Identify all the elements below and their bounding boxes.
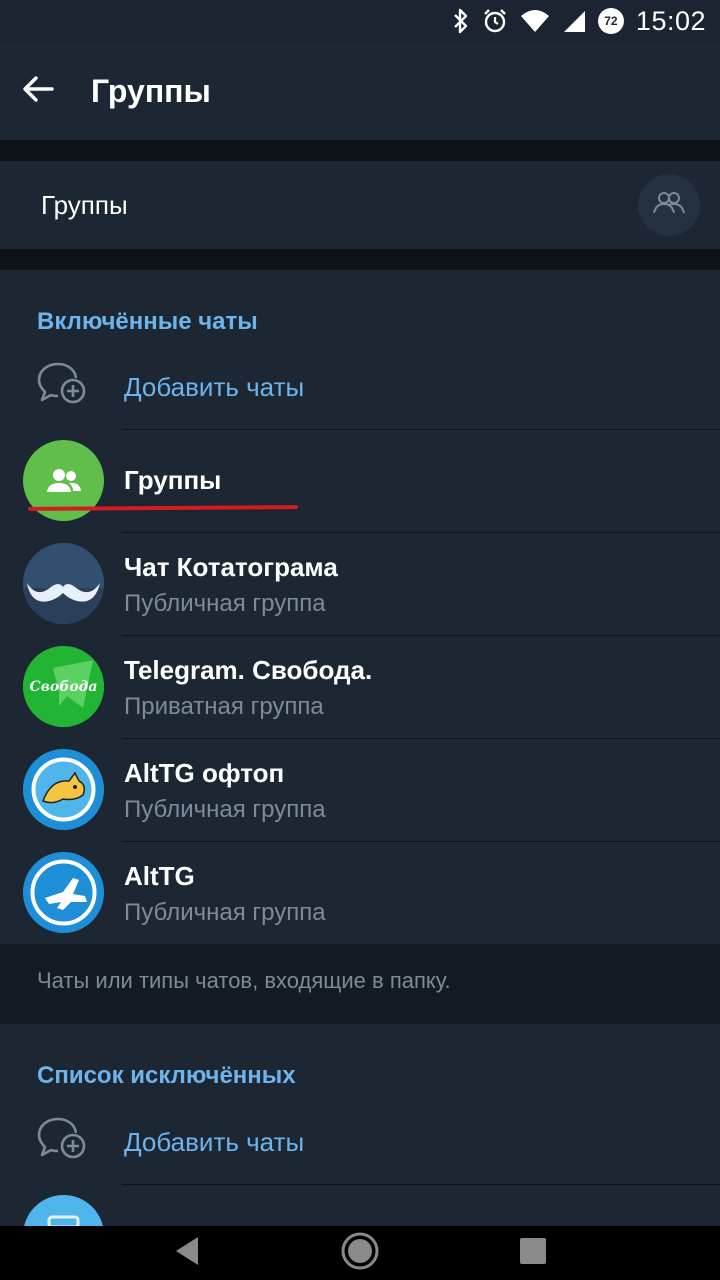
groups-icon [652, 189, 686, 222]
plane-avatar [23, 852, 104, 933]
chat-subtitle: Публичная группа [124, 899, 326, 926]
arrow-left-icon [22, 75, 54, 108]
status-time: 15:02 [635, 5, 706, 36]
chat-avatar [23, 1195, 104, 1226]
svoboda-avatar: Свобода [23, 646, 104, 727]
excluded-chats-section: Список исключённых Добавить чаты [0, 1024, 720, 1226]
included-chat-item-groups[interactable]: Группы [0, 429, 720, 532]
page-title: Группы [91, 72, 211, 109]
circle-home-icon [340, 1231, 380, 1276]
included-hint: Чаты или типы чатов, входящие в папку. [0, 944, 720, 1024]
app-bar: Группы [0, 42, 720, 140]
divider [122, 429, 720, 430]
status-bar: 72 15:02 [0, 0, 720, 42]
folder-name-field[interactable]: Группы [0, 161, 720, 249]
cat-avatar [23, 749, 104, 830]
alarm-icon [482, 8, 508, 34]
excluded-chat-item-partial[interactable] [0, 1184, 720, 1226]
folder-icon-button[interactable] [638, 174, 700, 236]
included-header: Включённые чаты [37, 308, 258, 335]
chat-add-icon [36, 360, 88, 411]
chat-subtitle: Приватная группа [124, 693, 324, 720]
folder-name-input[interactable]: Группы [41, 190, 128, 221]
signal-icon [562, 9, 586, 33]
chat-title: Группы [124, 465, 222, 495]
included-chats-section: Включённые чаты Добавить чаты Группы Чат… [0, 270, 720, 944]
divider [122, 841, 720, 842]
nav-back-button[interactable] [157, 1226, 217, 1280]
included-chat-item-alttg-offtop[interactable]: AltTG офтоп Публичная группа [0, 738, 720, 841]
hint-text: Чаты или типы чатов, входящие в папку. [37, 968, 451, 993]
wifi-icon [520, 9, 550, 33]
add-included-chats-label: Добавить чаты [124, 372, 305, 402]
divider [122, 738, 720, 739]
back-button[interactable] [0, 42, 76, 140]
nav-recents-button[interactable] [503, 1226, 563, 1280]
divider [122, 532, 720, 533]
nav-home-button[interactable] [330, 1226, 390, 1280]
excluded-header: Список исключённых [37, 1062, 296, 1089]
included-chat-item-svoboda[interactable]: Свобода Telegram. Свобода. Приватная гру… [0, 635, 720, 738]
system-nav-bar [0, 1226, 720, 1280]
included-chat-item-kotatogram[interactable]: Чат Котатограма Публичная группа [0, 532, 720, 635]
chat-subtitle: Публичная группа [124, 796, 326, 823]
annotation-underline [27, 505, 299, 511]
add-excluded-chats-button[interactable]: Добавить чаты [0, 1093, 720, 1189]
included-chat-item-alttg[interactable]: AltTG Публичная группа [0, 841, 720, 944]
chat-title: AltTG офтоп [124, 758, 285, 788]
svoboda-avatar-text: Свобода [29, 678, 98, 695]
chat-add-icon [36, 1115, 88, 1166]
battery-icon: 72 [597, 8, 624, 34]
divider [122, 635, 720, 636]
chat-title: AltTG [124, 861, 195, 891]
chat-subtitle: Публичная группа [124, 590, 326, 617]
chat-title: Чат Котатограма [124, 552, 338, 582]
add-excluded-chats-label: Добавить чаты [124, 1127, 305, 1157]
add-included-chats-button[interactable]: Добавить чаты [0, 338, 720, 434]
triangle-back-icon [172, 1235, 202, 1272]
bluetooth-icon [452, 8, 470, 34]
mustache-avatar [23, 543, 104, 624]
chat-title: Telegram. Свобода. [124, 655, 373, 685]
divider [122, 1184, 720, 1185]
square-recents-icon [518, 1236, 548, 1271]
